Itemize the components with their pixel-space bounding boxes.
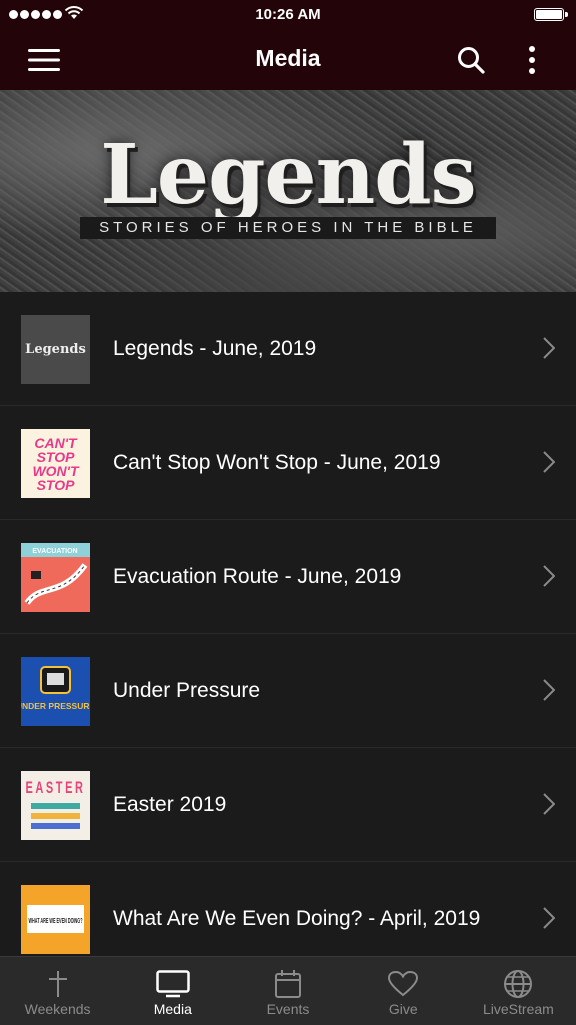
tab-weekends[interactable]: Weekends [0, 957, 115, 1025]
thumbnail-text: EASTER [26, 778, 86, 797]
series-banner[interactable]: Legends STORIES OF HEROES IN THE BIBLE [0, 90, 576, 292]
list-item-label: What Are We Even Doing? - April, 2019 [113, 907, 481, 930]
series-thumbnail: EVACUATION [21, 543, 90, 612]
tab-label: Weekends [24, 1001, 91, 1017]
tab-label: Media [153, 1001, 192, 1017]
list-item-label: Evacuation Route - June, 2019 [113, 565, 402, 588]
thumbnail-art: WHAT ARE WE EVEN DOING? [27, 905, 84, 933]
list-item[interactable]: WHAT ARE WE EVEN DOING? What Are We Even… [0, 862, 576, 956]
banner-subtitle: STORIES OF HEROES IN THE BIBLE [80, 217, 496, 239]
series-thumbnail: EASTER [21, 771, 90, 840]
series-thumbnail: UNDER PRESSURE [21, 657, 90, 726]
chevron-right-icon [543, 679, 555, 701]
chevron-right-icon [543, 337, 555, 359]
chevron-right-icon [543, 565, 555, 587]
series-thumbnail: WHAT ARE WE EVEN DOING? [21, 885, 90, 954]
tab-give[interactable]: Give [346, 957, 461, 1025]
chevron-right-icon [543, 907, 555, 929]
series-thumbnail: CAN'T STOP WON'T STOP [21, 429, 90, 498]
list-item[interactable]: CAN'T STOP WON'T STOP Can't Stop Won't S… [0, 406, 576, 520]
thumbnail-text: UNDER PRESSURE [21, 701, 90, 711]
list-item[interactable]: Legends Legends - June, 2019 [0, 292, 576, 406]
nav-bar: Media [0, 30, 576, 90]
tab-label: Give [388, 1001, 418, 1017]
battery-icon [534, 8, 568, 21]
search-icon [458, 47, 485, 74]
series-thumbnail: Legends [21, 315, 90, 384]
tab-bar: Weekends Media Events Give LiveStream [0, 956, 576, 1025]
list-item[interactable]: UNDER PRESSURE Under Pressure [0, 634, 576, 748]
list-item-label: Easter 2019 [113, 793, 227, 816]
search-button[interactable] [449, 40, 493, 80]
list-item-label: Can't Stop Won't Stop - June, 2019 [113, 451, 441, 474]
status-time: 10:26 AM [255, 6, 321, 23]
thumbnail-art: UNDER PRESSURE [21, 666, 90, 711]
more-vertical-icon [529, 46, 535, 74]
thumbnail-art: EVACUATION [21, 543, 90, 605]
plus-icon [48, 971, 67, 997]
calendar-icon [275, 970, 301, 998]
media-list: Legends Legends - June, 2019 CAN'T STOP … [0, 292, 576, 956]
tab-events[interactable]: Events [230, 957, 345, 1025]
tab-livestream[interactable]: LiveStream [461, 957, 576, 1025]
status-bar: 10:26 AM [0, 0, 576, 30]
thumbnail-text: EVACUATION [32, 548, 77, 555]
list-item[interactable]: EASTER Easter 2019 [0, 748, 576, 862]
list-item-label: Legends - June, 2019 [113, 337, 317, 360]
chevron-right-icon [543, 793, 555, 815]
tab-media[interactable]: Media [115, 957, 230, 1025]
chevron-right-icon [543, 451, 555, 473]
heart-icon [388, 971, 419, 997]
thumbnail-art: EASTER [26, 778, 86, 829]
thumbnail-text: WHAT ARE WE EVEN DOING? [29, 918, 83, 925]
more-options-button[interactable] [510, 40, 554, 80]
list-item-label: Under Pressure [113, 679, 261, 702]
tab-label: LiveStream [483, 1001, 554, 1017]
banner-title: Legends [100, 127, 476, 223]
list-item[interactable]: EVACUATION Evacuation Route - June, 2019 [0, 520, 576, 634]
tv-icon [156, 970, 190, 998]
tab-label: Events [266, 1001, 310, 1017]
globe-icon [504, 970, 533, 998]
thumbnail-text: CAN'T STOP WON'T STOP [32, 434, 79, 493]
thumbnail-text: Legends [25, 342, 86, 357]
